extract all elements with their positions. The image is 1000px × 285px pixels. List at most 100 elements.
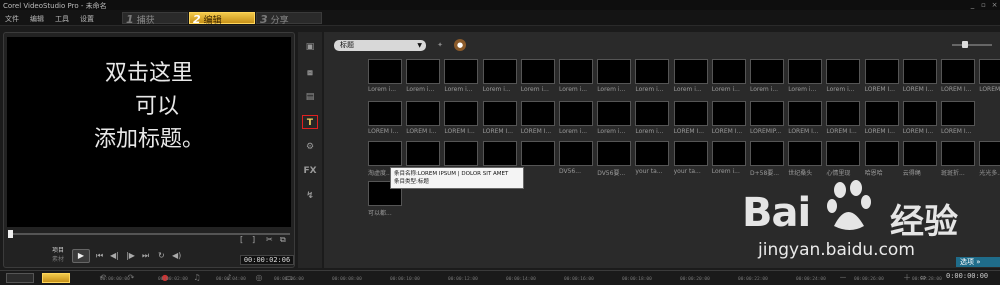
mark-out-icon[interactable]: ] xyxy=(252,235,255,244)
end-icon[interactable]: ⏭ xyxy=(142,251,149,261)
title-template-thumbnail[interactable] xyxy=(559,141,593,166)
step-share[interactable]: 3 分享 xyxy=(256,12,322,26)
path-icon[interactable]: ↯ xyxy=(302,189,318,203)
menu-bar: 文件 编辑 工具 设置 1 捕获 2 编辑 3 分享 xyxy=(0,10,1000,26)
title-template-thumbnail[interactable] xyxy=(979,59,1000,84)
title-template-thumbnail[interactable] xyxy=(406,59,441,84)
title-template-thumbnail[interactable] xyxy=(864,141,899,166)
options-button[interactable]: 选项 » xyxy=(956,257,1000,267)
title-template-thumbnail[interactable] xyxy=(902,59,937,84)
title-template-thumbnail[interactable] xyxy=(444,141,479,166)
volume-icon[interactable]: ◀) xyxy=(172,251,181,260)
repeat-icon[interactable]: ↻ xyxy=(158,251,165,260)
title-template-thumbnail[interactable] xyxy=(902,141,937,166)
close-button[interactable]: × xyxy=(990,1,999,9)
thumbnail-size-slider[interactable] xyxy=(952,41,992,48)
filter-icon[interactable]: FX xyxy=(302,164,318,178)
title-template-thumbnail[interactable] xyxy=(406,101,441,126)
cut-clip-icon[interactable]: ✂ xyxy=(266,235,273,244)
timeline-ruler[interactable]: 00:00:00:00 00:00:02:00 00:00:04:00 00:00:0… xyxy=(100,277,1000,285)
title-template-thumbnail[interactable] xyxy=(520,141,555,166)
title-template-thumbnail[interactable] xyxy=(864,101,899,126)
enlarge-preview-icon[interactable]: ⧉ xyxy=(280,235,286,245)
play-button[interactable]: ▶ xyxy=(72,249,90,263)
preview-timecode[interactable]: 00:00:02:06 xyxy=(240,255,294,265)
title-template-thumbnail[interactable] xyxy=(482,141,517,166)
title-template-thumbnail[interactable] xyxy=(635,59,670,84)
title-template-thumbnail[interactable] xyxy=(941,59,975,84)
title-template-thumbnail[interactable] xyxy=(673,141,708,166)
thumbnail-label: LOREM I... xyxy=(826,128,857,135)
title-template-thumbnail[interactable] xyxy=(826,59,861,84)
instant-project-icon[interactable]: ⚙ xyxy=(302,140,318,154)
title-template-thumbnail[interactable] xyxy=(673,59,708,84)
menu-tools[interactable]: 工具 xyxy=(55,14,69,24)
title-template-thumbnail[interactable] xyxy=(979,141,1000,166)
title-template-thumbnail[interactable] xyxy=(673,101,708,126)
title-template-thumbnail[interactable] xyxy=(597,141,632,166)
title-template-thumbnail[interactable] xyxy=(444,59,479,84)
title-icon[interactable]: T xyxy=(302,115,318,129)
preview-scrubber[interactable] xyxy=(8,230,290,238)
title-template-thumbnail[interactable] xyxy=(941,101,975,126)
title-template-thumbnail[interactable] xyxy=(788,59,823,84)
next-frame-icon[interactable]: |▶ xyxy=(126,251,135,260)
title-template-thumbnail[interactable] xyxy=(750,101,784,126)
thumbnail-label: LOREM I... xyxy=(864,128,895,135)
mark-in-icon[interactable]: [ xyxy=(240,235,243,244)
title-template-thumbnail[interactable] xyxy=(406,141,441,166)
menu-file[interactable]: 文件 xyxy=(5,14,19,24)
title-template-thumbnail[interactable] xyxy=(368,141,402,166)
title-template-thumbnail[interactable] xyxy=(635,141,670,166)
sort-icon[interactable]: ● xyxy=(454,39,466,51)
title-template-thumbnail[interactable] xyxy=(750,141,784,166)
title-template-thumbnail[interactable] xyxy=(597,101,632,126)
title-template-thumbnail[interactable] xyxy=(444,101,479,126)
transition-icon[interactable]: ⧈ xyxy=(302,66,318,80)
title-template-thumbnail[interactable] xyxy=(826,141,861,166)
maximize-button[interactable]: ▫ xyxy=(979,1,988,9)
menu-settings[interactable]: 设置 xyxy=(80,14,94,24)
ruler-tick-label: 00:00:24:00 xyxy=(796,277,826,282)
thumbnail-label: D+58要... xyxy=(750,170,780,177)
options-label: 选项 xyxy=(960,258,974,266)
title-template-thumbnail[interactable] xyxy=(520,59,555,84)
title-template-thumbnail[interactable] xyxy=(750,59,784,84)
title-template-thumbnail[interactable] xyxy=(826,101,861,126)
title-template-thumbnail[interactable] xyxy=(368,59,402,84)
title-template-thumbnail[interactable] xyxy=(711,59,746,84)
title-template-thumbnail[interactable] xyxy=(788,141,823,166)
title-template-thumbnail[interactable] xyxy=(482,59,517,84)
media-icon[interactable]: ▣ xyxy=(302,40,318,54)
import-icon[interactable]: ✦ xyxy=(434,39,446,51)
title-template-thumbnail[interactable] xyxy=(788,101,823,126)
storyboard-view-button[interactable] xyxy=(6,273,34,283)
graphic-icon[interactable]: ▤ xyxy=(302,90,318,104)
clip-mode-label[interactable]: 素材 xyxy=(52,254,64,263)
title-template-thumbnail[interactable] xyxy=(482,101,517,126)
menu-edit[interactable]: 编辑 xyxy=(30,14,44,24)
step-edit[interactable]: 2 编辑 xyxy=(189,12,255,26)
minimize-button[interactable]: _ xyxy=(968,1,977,9)
project-mode-label[interactable]: 项目 xyxy=(52,245,64,254)
thumbnail-label: Lorem i... xyxy=(750,86,779,93)
title-template-thumbnail[interactable] xyxy=(864,59,899,84)
title-template-thumbnail[interactable] xyxy=(520,101,555,126)
step-capture[interactable]: 1 捕获 xyxy=(122,12,188,26)
title-template-thumbnail[interactable] xyxy=(559,101,593,126)
title-template-thumbnail[interactable] xyxy=(711,141,746,166)
title-template-thumbnail[interactable] xyxy=(635,101,670,126)
title-template-thumbnail[interactable] xyxy=(902,101,937,126)
title-template-thumbnail[interactable] xyxy=(941,141,975,166)
slider-handle[interactable] xyxy=(962,41,968,48)
title-template-thumbnail[interactable] xyxy=(711,101,746,126)
scrubber-handle[interactable] xyxy=(8,230,13,238)
title-template-thumbnail[interactable] xyxy=(597,59,632,84)
timeline-view-button[interactable] xyxy=(42,273,70,283)
title-template-thumbnail[interactable] xyxy=(559,59,593,84)
preview-screen[interactable]: 双击这里 可以 添加标题。 xyxy=(7,37,291,227)
category-dropdown[interactable]: 标题 ▼ xyxy=(334,40,426,51)
previous-frame-icon[interactable]: ◀| xyxy=(110,251,119,260)
title-template-thumbnail[interactable] xyxy=(368,101,402,126)
home-icon[interactable]: ⏮ xyxy=(96,251,103,261)
